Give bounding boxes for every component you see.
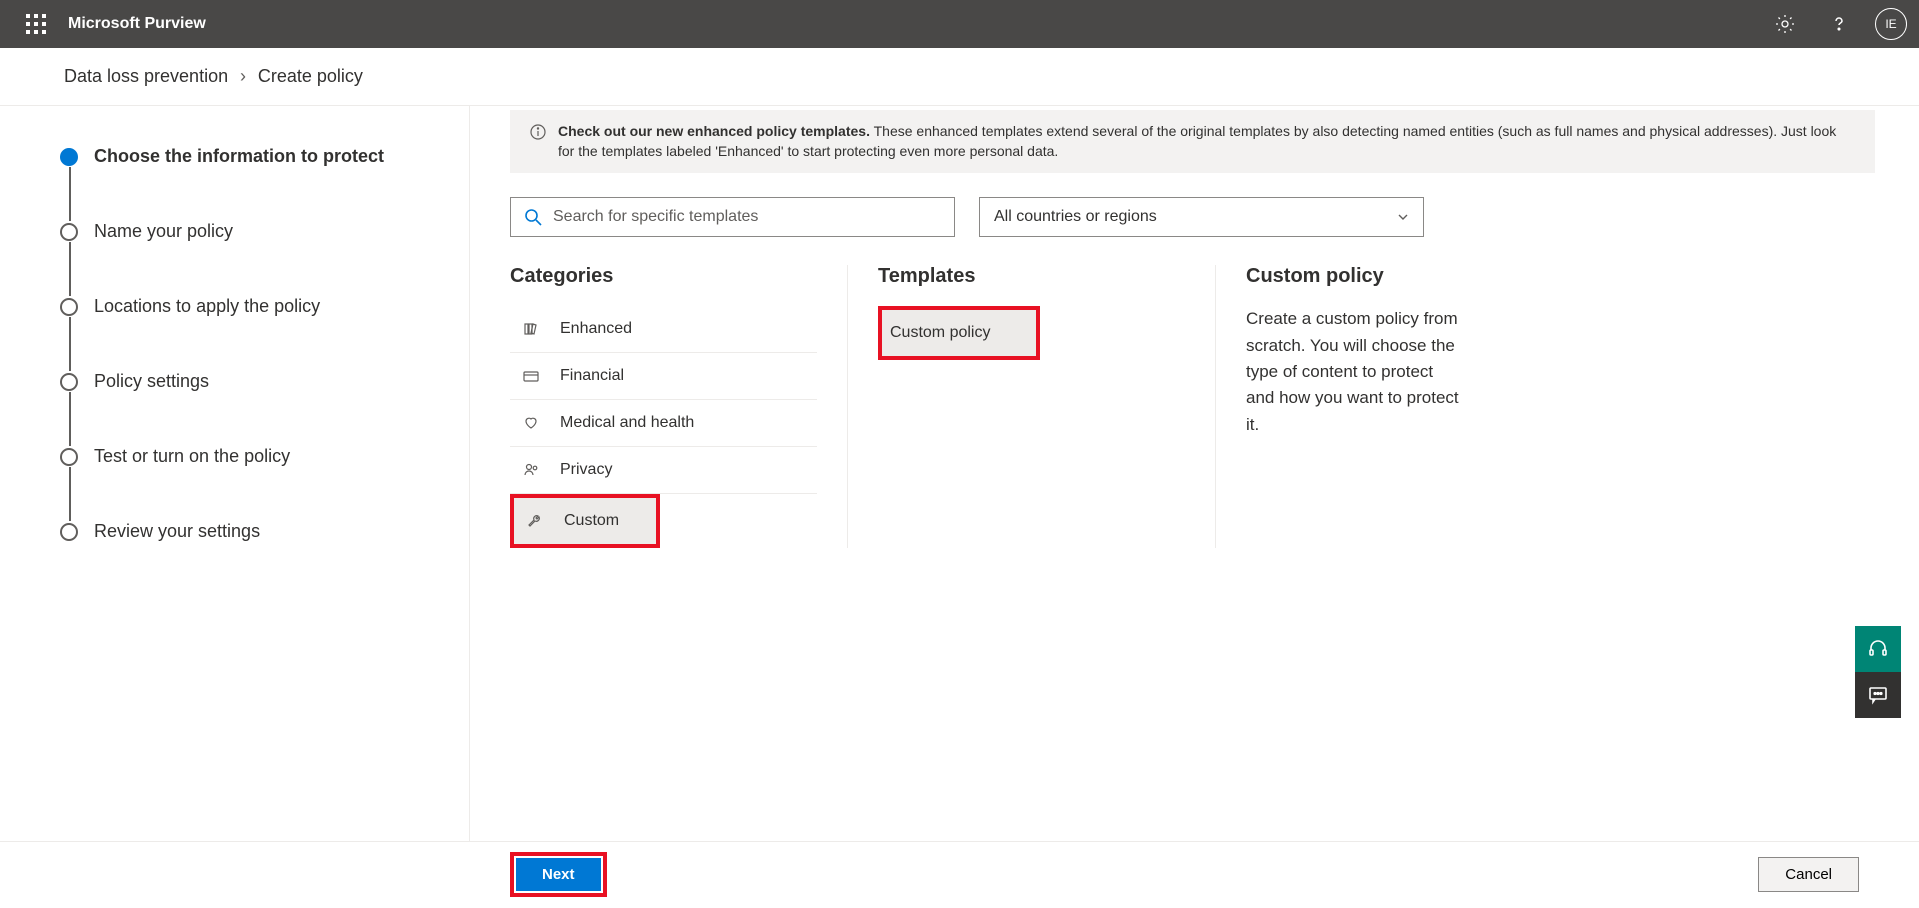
feedback-button[interactable] xyxy=(1855,672,1901,718)
floating-buttons xyxy=(1855,626,1901,718)
app-title: Microsoft Purview xyxy=(68,15,206,33)
categories-heading: Categories xyxy=(510,265,817,288)
category-label: Financial xyxy=(560,367,624,385)
heart-icon xyxy=(522,415,540,431)
step-connector xyxy=(69,167,71,221)
breadcrumb: Data loss prevention › Create policy xyxy=(0,48,1919,106)
templates-column: Templates Custom policy xyxy=(878,265,1216,548)
breadcrumb-item-2: Create policy xyxy=(258,66,363,86)
chevron-down-icon xyxy=(1397,211,1409,223)
search-input[interactable] xyxy=(553,208,942,226)
category-label: Medical and health xyxy=(560,414,694,432)
annotation-highlight-next: Next xyxy=(510,852,607,897)
cancel-button[interactable]: Cancel xyxy=(1758,857,1859,892)
template-picker: Categories Enhanced Financial Medical an… xyxy=(510,265,1875,548)
wrench-icon xyxy=(526,513,544,529)
people-icon xyxy=(522,462,540,478)
next-button[interactable]: Next xyxy=(516,858,601,891)
wizard-stepper: Choose the information to protect Name y… xyxy=(0,106,470,841)
step-connector xyxy=(69,317,71,371)
step-label: Name your policy xyxy=(94,221,233,242)
category-label: Privacy xyxy=(560,461,612,479)
waffle-icon[interactable] xyxy=(26,14,46,34)
step-indicator-icon xyxy=(60,298,78,316)
search-icon xyxy=(523,207,543,227)
step-label: Locations to apply the policy xyxy=(94,296,320,317)
wizard-footer: Next Cancel xyxy=(0,842,1919,906)
search-box[interactable] xyxy=(510,197,955,237)
templates-heading: Templates xyxy=(878,265,1185,288)
step-indicator-icon xyxy=(60,223,78,241)
detail-column: Custom policy Create a custom policy fro… xyxy=(1246,265,1466,548)
header-right: IE xyxy=(1767,6,1907,42)
detail-title: Custom policy xyxy=(1246,265,1466,288)
headset-support-button[interactable] xyxy=(1855,626,1901,672)
breadcrumb-separator: › xyxy=(240,66,246,86)
step-label: Policy settings xyxy=(94,371,209,392)
gear-icon[interactable] xyxy=(1767,6,1803,42)
category-label: Enhanced xyxy=(560,320,632,338)
step-indicator-icon xyxy=(60,448,78,466)
template-label: Custom policy xyxy=(890,324,990,341)
step-review[interactable]: Review your settings xyxy=(60,521,469,542)
category-item-privacy[interactable]: Privacy xyxy=(510,447,817,494)
step-connector xyxy=(69,392,71,446)
annotation-highlight-custom-category: Custom xyxy=(510,494,660,548)
scroll-container[interactable]: Check out our new enhanced policy templa… xyxy=(510,106,1879,841)
step-policy-settings[interactable]: Policy settings xyxy=(60,371,469,392)
step-indicator-icon xyxy=(60,148,78,166)
info-banner: Check out our new enhanced policy templa… xyxy=(510,110,1875,173)
info-banner-bold: Check out our new enhanced policy templa… xyxy=(558,123,870,139)
app-header: Microsoft Purview IE xyxy=(0,0,1919,48)
category-item-medical[interactable]: Medical and health xyxy=(510,400,817,447)
categories-column: Categories Enhanced Financial Medical an… xyxy=(510,265,848,548)
content-column: Check out our new enhanced policy templa… xyxy=(470,106,1919,841)
dropdown-selected: All countries or regions xyxy=(994,208,1157,226)
breadcrumb-item-1[interactable]: Data loss prevention xyxy=(64,66,228,86)
info-icon xyxy=(530,124,546,161)
step-label: Test or turn on the policy xyxy=(94,446,290,467)
category-item-enhanced[interactable]: Enhanced xyxy=(510,306,817,353)
category-item-custom[interactable]: Custom xyxy=(514,498,656,544)
region-dropdown[interactable]: All countries or regions xyxy=(979,197,1424,237)
search-row: All countries or regions xyxy=(510,197,1875,237)
info-banner-text: Check out our new enhanced policy templa… xyxy=(558,122,1855,161)
step-choose-info[interactable]: Choose the information to protect xyxy=(60,146,469,167)
card-icon xyxy=(522,368,540,384)
step-connector xyxy=(69,467,71,521)
step-indicator-icon xyxy=(60,373,78,391)
step-label: Choose the information to protect xyxy=(94,146,384,167)
step-name-policy[interactable]: Name your policy xyxy=(60,221,469,242)
avatar[interactable]: IE xyxy=(1875,8,1907,40)
help-icon[interactable] xyxy=(1821,6,1857,42)
step-indicator-icon xyxy=(60,523,78,541)
step-test-or-turn-on[interactable]: Test or turn on the policy xyxy=(60,446,469,467)
step-connector xyxy=(69,242,71,296)
step-label: Review your settings xyxy=(94,521,260,542)
main-area: Choose the information to protect Name y… xyxy=(0,106,1919,842)
detail-body: Create a custom policy from scratch. You… xyxy=(1246,306,1466,438)
step-locations[interactable]: Locations to apply the policy xyxy=(60,296,469,317)
library-icon xyxy=(522,321,540,337)
template-item-custom-policy[interactable]: Custom policy xyxy=(882,310,1036,356)
category-label: Custom xyxy=(564,512,619,530)
category-item-financial[interactable]: Financial xyxy=(510,353,817,400)
annotation-highlight-custom-template: Custom policy xyxy=(878,306,1040,360)
